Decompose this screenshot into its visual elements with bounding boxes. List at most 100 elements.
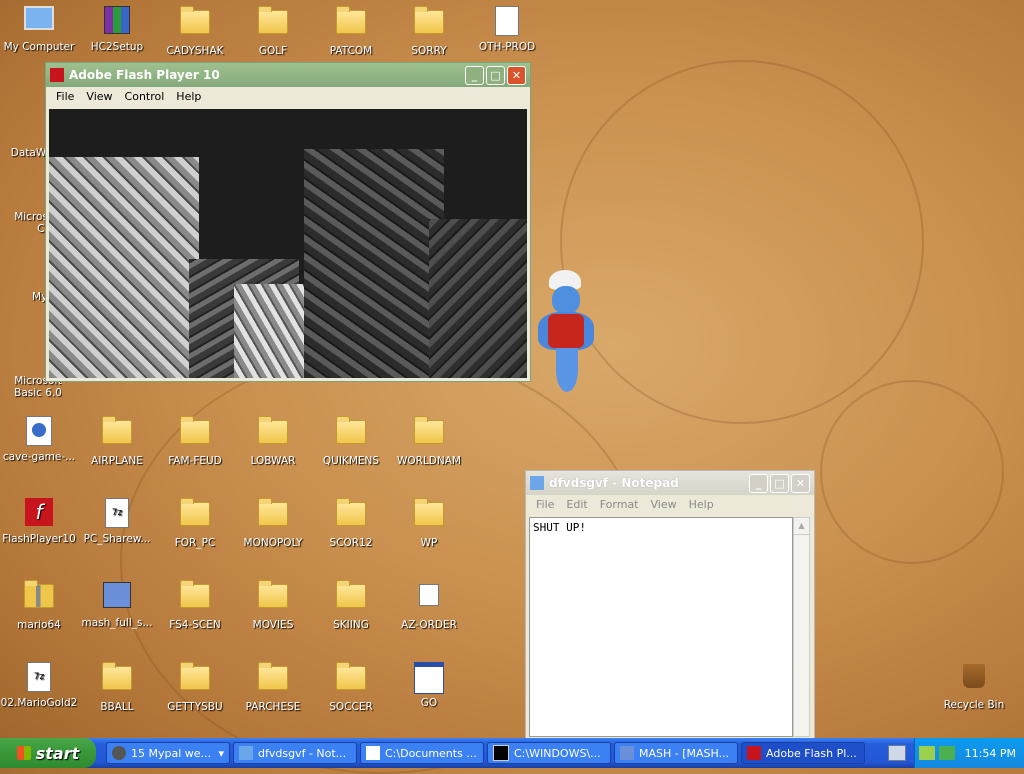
desktop-icon-flashplayer10[interactable]: f FlashPlayer10 <box>0 496 78 545</box>
desktop-icon-quikmens[interactable]: QUIKMENS <box>312 414 390 467</box>
notepad-text-area[interactable]: SHUT UP! <box>529 517 793 737</box>
flash-game-canvas[interactable] <box>49 109 527 378</box>
notepad-app-icon <box>530 476 544 490</box>
tray-icons[interactable] <box>918 746 955 760</box>
system-tray: 11:54 PM <box>914 738 1024 768</box>
desktop-icon-golf[interactable]: GOLF <box>234 4 312 57</box>
desktop-icon-airplane[interactable]: AIRPLANE <box>78 414 156 467</box>
notepad-content: SHUT UP! <box>533 521 586 534</box>
desktop-icon-bball[interactable]: BBALL <box>78 660 156 713</box>
menu-view[interactable]: View <box>80 90 118 103</box>
flash-title-bar[interactable]: Adobe Flash Player 10 _ □ ✕ <box>46 63 530 87</box>
folder-icon <box>179 6 211 42</box>
desktop-icon-mario64[interactable]: mario64 <box>0 578 78 631</box>
taskbar-item-mypal[interactable]: 15 Mypal we... ▾ <box>106 742 230 764</box>
genie-vest <box>548 314 584 348</box>
scroll-up-arrow-icon[interactable]: ▲ <box>794 518 809 535</box>
folder-icon <box>257 6 289 42</box>
genie-head <box>552 286 580 314</box>
taskbar-item-documents[interactable]: C:\Documents ... <box>360 742 484 764</box>
desktop-icon-cadyshak[interactable]: CADYSHAK <box>156 4 234 57</box>
mypal-icon <box>3 256 67 288</box>
desktop-icon-movies[interactable]: MOVIES <box>234 578 312 631</box>
computer-icon <box>23 6 55 38</box>
desktop-icon-recycle-bin[interactable]: Recycle Bin <box>935 660 1013 711</box>
desktop-icon-mariogold2[interactable]: 7z 02.MarioGold2 <box>0 660 78 709</box>
desktop-icon-az-order[interactable]: AZ-ORDER <box>390 578 468 631</box>
desktop-icon-hc2setup[interactable]: HC2Setup <box>78 4 156 53</box>
menu-help[interactable]: Help <box>170 90 207 103</box>
desktop-icon-my-computer[interactable]: My Computer <box>0 4 78 53</box>
start-button[interactable]: start <box>0 738 96 768</box>
menu-view[interactable]: View <box>645 498 683 511</box>
text-file-icon <box>491 6 523 38</box>
folder-icon <box>335 6 367 42</box>
desktop-icon-gettysbu[interactable]: GETTYSBU <box>156 660 234 713</box>
folder-icon <box>179 498 211 534</box>
folder-icon <box>335 662 367 698</box>
flash-menu-bar: File View Control Help <box>46 87 530 105</box>
folder-icon <box>179 662 211 698</box>
close-button[interactable]: ✕ <box>507 65 526 85</box>
close-button[interactable]: ✕ <box>791 473 810 493</box>
taskbar-item-flash[interactable]: Adobe Flash Pl... <box>741 742 865 764</box>
taskbar-item-mash[interactable]: MASH - [MASH... <box>614 742 738 764</box>
desktop-icon-for-pc[interactable]: FOR_PC <box>156 496 234 549</box>
vertical-scrollbar[interactable]: ▲ <box>793 517 810 737</box>
flash-player-icon <box>747 746 761 760</box>
desktop-icon-scor12[interactable]: SCOR12 <box>312 496 390 549</box>
folder-icon <box>179 416 211 452</box>
flash-window-title: Adobe Flash Player 10 <box>69 68 220 82</box>
genie-assistant[interactable] <box>530 270 602 395</box>
desktop-icon-skiing[interactable]: SKIING <box>312 578 390 631</box>
desktop-icon-cave-game[interactable]: cave-game-... <box>0 414 78 463</box>
desktop-icon-sorry[interactable]: SORRY <box>390 4 468 57</box>
menu-control[interactable]: Control <box>119 90 171 103</box>
media-file-icon <box>23 416 55 448</box>
desktop-icon-wp[interactable]: WP <box>390 496 468 549</box>
notepad-window-title: dfvdsgvf - Notepad <box>549 476 679 490</box>
clock[interactable]: 11:54 PM <box>965 747 1016 760</box>
minimize-button[interactable]: _ <box>465 65 484 85</box>
desktop-icon-pc-sharew[interactable]: 7z PC_Sharew... <box>78 496 156 545</box>
desktop-icon-mash-full[interactable]: mash_full_s... <box>78 578 156 629</box>
keyboard-icon[interactable] <box>888 745 906 761</box>
chevron-down-icon: ▾ <box>218 746 224 760</box>
file-icon <box>413 584 445 616</box>
menu-format[interactable]: Format <box>594 498 645 511</box>
notepad-title-bar[interactable]: dfvdsgvf - Notepad _ □ ✕ <box>526 471 814 495</box>
menu-edit[interactable]: Edit <box>560 498 593 511</box>
desktop-icon-fam-feud[interactable]: FAM-FEUD <box>156 414 234 467</box>
visual-basic-icon <box>3 340 69 372</box>
desktop-icon-soccer[interactable]: SOCCER <box>312 660 390 713</box>
7z-file-icon: 7z <box>101 498 133 530</box>
desktop-icon-monopoly[interactable]: MONOPOLY <box>234 496 312 549</box>
recycle-bin-icon <box>958 664 990 696</box>
folder-icon <box>257 498 289 534</box>
program-window-icon <box>413 662 445 694</box>
desktop-icon-worldnam[interactable]: WORLDNAM <box>390 414 468 467</box>
maximize-button[interactable]: □ <box>486 65 505 85</box>
notepad-window[interactable]: dfvdsgvf - Notepad _ □ ✕ File Edit Forma… <box>525 470 815 740</box>
desktop-icon-parchese[interactable]: PARCHESE <box>234 660 312 713</box>
desktop-icon-oth-prod[interactable]: OTH-PROD <box>468 4 546 53</box>
visual-cpp-icon <box>3 176 67 208</box>
desktop-icon-fs4-scen[interactable]: FS4-SCEN <box>156 578 234 631</box>
folder-icon <box>413 6 445 42</box>
folder-icon <box>335 580 367 616</box>
flash-player-window[interactable]: Adobe Flash Player 10 _ □ ✕ File View Co… <box>45 62 531 382</box>
cave-rock-block <box>429 219 527 378</box>
genie-tail <box>556 348 578 392</box>
menu-file[interactable]: File <box>530 498 560 511</box>
folder-icon <box>257 662 289 698</box>
menu-file[interactable]: File <box>50 90 80 103</box>
desktop-icon-go[interactable]: GO <box>390 660 468 709</box>
menu-help[interactable]: Help <box>683 498 720 511</box>
maximize-button[interactable]: □ <box>770 473 789 493</box>
taskbar-item-notepad[interactable]: dfvdsgvf - Not... <box>233 742 357 764</box>
windows-logo-icon <box>16 746 31 760</box>
desktop-icon-lobwar[interactable]: LOBWAR <box>234 414 312 467</box>
minimize-button[interactable]: _ <box>749 473 768 493</box>
taskbar-item-cmd[interactable]: C:\WINDOWS\... <box>487 742 611 764</box>
desktop-icon-patcom[interactable]: PATCOM <box>312 4 390 57</box>
